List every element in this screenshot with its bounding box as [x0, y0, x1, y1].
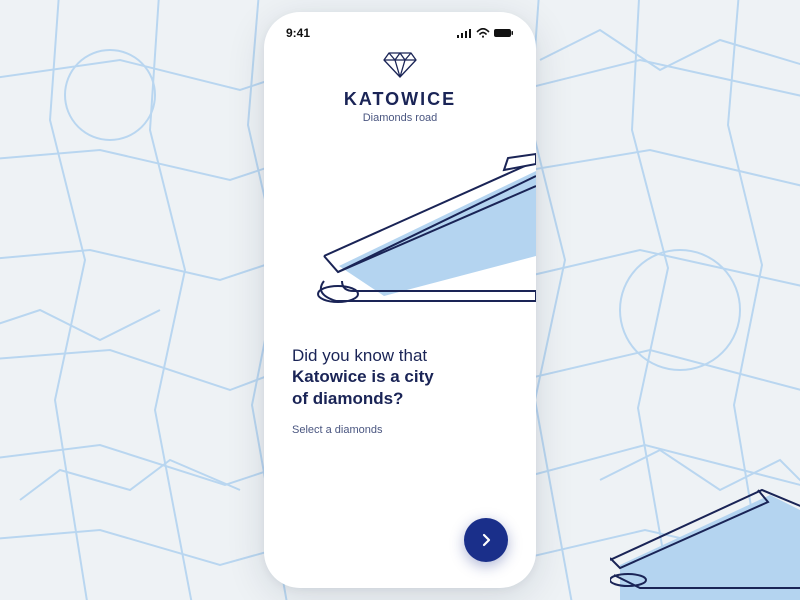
headline-line-2: of diamonds?: [292, 388, 508, 410]
phone-frame: 9:41 KATOWICE Diamonds road: [264, 12, 536, 588]
intro-line: Did you know that: [292, 346, 508, 366]
chevron-right-icon: [478, 532, 494, 548]
cta-label: Select a diamonds: [292, 424, 508, 436]
wifi-icon: [476, 28, 490, 38]
status-bar: 9:41: [264, 12, 536, 46]
status-time: 9:41: [286, 26, 310, 40]
diamond-icon: [383, 52, 417, 78]
headline-line-1: Katowice is a city: [292, 366, 508, 388]
content-text: Did you know that Katowice is a city of …: [264, 326, 536, 436]
app-header: KATOWICE Diamonds road: [264, 46, 536, 124]
next-button[interactable]: [464, 518, 508, 562]
hero-illustration: [264, 146, 536, 326]
battery-icon: [494, 28, 514, 38]
brand-title: KATOWICE: [284, 89, 516, 110]
status-indicators: [457, 28, 514, 38]
signal-icon: [457, 28, 472, 38]
hero-illustration-corner: [610, 480, 800, 600]
brand-subtitle: Diamonds road: [284, 112, 516, 124]
